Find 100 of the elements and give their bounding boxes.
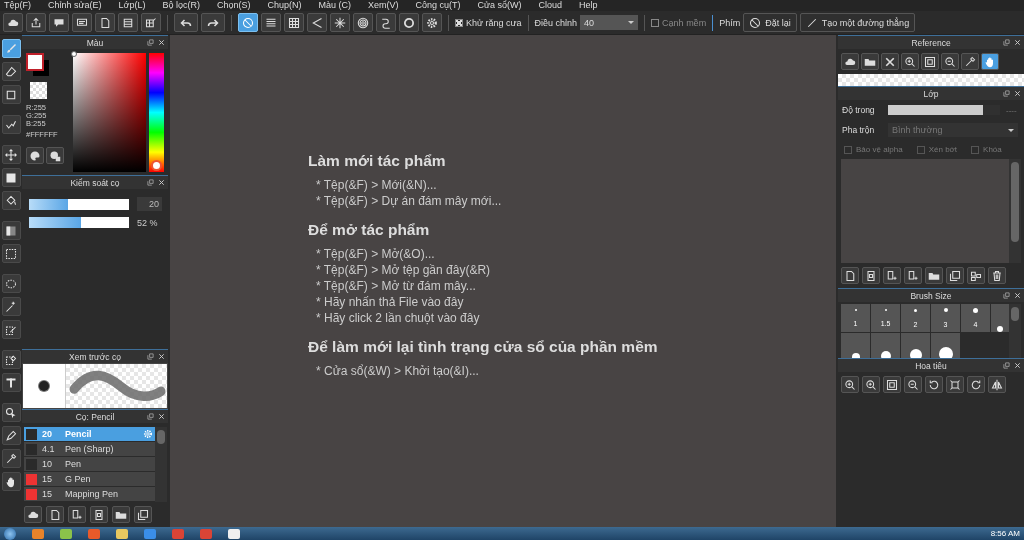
toolbar-text-button[interactable]: Tạo một đường thẳng xyxy=(799,13,916,32)
tool-button[interactable] xyxy=(1,274,21,293)
snap-button[interactable] xyxy=(261,13,281,32)
navigator-button[interactable] xyxy=(925,376,943,393)
reference-tool-button[interactable] xyxy=(921,53,939,70)
tool-button[interactable] xyxy=(1,320,21,339)
close-icon[interactable] xyxy=(1014,90,1021,97)
reference-tool-button[interactable] xyxy=(961,53,979,70)
panel-button[interactable] xyxy=(24,506,42,523)
layer-option-checkbox[interactable] xyxy=(916,145,925,154)
palette-button[interactable] xyxy=(26,147,44,164)
toolbar-button[interactable] xyxy=(141,13,161,32)
menu-item[interactable]: Tệp(F) xyxy=(4,0,31,11)
menu-item[interactable]: Bộ lọc(R) xyxy=(162,0,200,11)
toolbar-button[interactable] xyxy=(3,13,23,32)
toolbar-button[interactable] xyxy=(174,13,198,32)
panel-button[interactable] xyxy=(112,506,130,523)
tool-button[interactable] xyxy=(1,426,21,445)
brush-size-slider[interactable] xyxy=(29,198,129,210)
layer-button[interactable] xyxy=(904,267,922,284)
layer-button[interactable] xyxy=(967,267,985,284)
soft-edge-checkbox[interactable] xyxy=(651,18,660,27)
scrollbar[interactable] xyxy=(1009,304,1021,358)
snap-button[interactable] xyxy=(284,13,304,32)
popout-icon[interactable] xyxy=(147,179,154,186)
popout-icon[interactable] xyxy=(1003,292,1010,299)
navigator-button[interactable] xyxy=(904,376,922,393)
reference-tool-button[interactable] xyxy=(841,53,859,70)
brush-list-item[interactable]: 10 Pen xyxy=(24,457,155,472)
popout-icon[interactable] xyxy=(147,353,154,360)
toolbar-text-button[interactable]: Đặt lại xyxy=(743,13,797,32)
navigator-button[interactable] xyxy=(841,376,859,393)
layer-opacity-slider[interactable] xyxy=(888,105,1000,115)
brush-list-item[interactable]: 15 G Pen xyxy=(24,472,155,487)
menu-item[interactable]: Xem(V) xyxy=(368,0,399,11)
tool-button[interactable] xyxy=(1,449,21,468)
color-set-button[interactable] xyxy=(46,147,64,164)
panel-button[interactable] xyxy=(68,506,86,523)
antialias-checkbox[interactable] xyxy=(455,18,463,27)
snap-button[interactable] xyxy=(307,13,327,32)
tool-button[interactable] xyxy=(1,244,21,263)
popout-icon[interactable] xyxy=(1003,90,1010,97)
layer-button[interactable] xyxy=(862,267,880,284)
layer-option-checkbox[interactable] xyxy=(844,145,852,154)
layer-option-checkbox[interactable] xyxy=(971,145,980,154)
layer-button[interactable] xyxy=(883,267,901,284)
tool-button[interactable] xyxy=(1,39,21,58)
panel-button[interactable] xyxy=(90,506,108,523)
app-icon[interactable] xyxy=(116,528,128,539)
tool-button[interactable] xyxy=(1,403,21,422)
navigator-button[interactable] xyxy=(883,376,901,393)
snap-button[interactable] xyxy=(376,13,396,32)
tool-button[interactable] xyxy=(1,115,21,134)
start-button[interactable] xyxy=(4,527,16,540)
panel-button[interactable] xyxy=(46,506,64,523)
reference-tool-button[interactable] xyxy=(861,53,879,70)
hue-slider[interactable] xyxy=(149,53,164,172)
popout-icon[interactable] xyxy=(147,413,154,420)
reference-tool-button[interactable] xyxy=(981,53,999,70)
menu-item[interactable]: Cloud xyxy=(538,0,563,11)
color-swatches[interactable] xyxy=(26,53,49,76)
brush-size-cell[interactable] xyxy=(991,304,1009,332)
menu-item[interactable]: Màu (C) xyxy=(318,0,352,11)
close-icon[interactable] xyxy=(158,353,165,360)
toolbar-button[interactable] xyxy=(49,13,69,32)
popout-icon[interactable] xyxy=(1003,39,1010,46)
tool-button[interactable] xyxy=(1,297,21,316)
tool-button[interactable] xyxy=(1,145,21,164)
transparent-swatch[interactable] xyxy=(30,82,47,99)
snap-button[interactable] xyxy=(399,13,419,32)
tool-button[interactable] xyxy=(1,221,21,240)
close-icon[interactable] xyxy=(158,39,165,46)
reference-tool-button[interactable] xyxy=(901,53,919,70)
tool-button[interactable] xyxy=(1,168,21,187)
layer-button[interactable] xyxy=(841,267,859,284)
opacity-slider[interactable] xyxy=(29,217,129,228)
saturation-value-picker[interactable] xyxy=(73,53,146,172)
brush-size-cell[interactable] xyxy=(841,333,870,358)
menu-item[interactable]: Chụp(N) xyxy=(267,0,302,11)
picker-handle[interactable] xyxy=(71,51,77,57)
brush-size-field[interactable]: 20 xyxy=(137,197,162,211)
close-icon[interactable] xyxy=(1014,362,1021,369)
navigator-button[interactable] xyxy=(967,376,985,393)
toolbar-button[interactable] xyxy=(26,13,46,32)
menu-item[interactable]: Chọn(S) xyxy=(217,0,251,11)
hue-handle[interactable] xyxy=(151,160,162,171)
brush-size-cell[interactable] xyxy=(871,333,900,358)
reference-tool-button[interactable] xyxy=(881,53,899,70)
toolbar-button[interactable] xyxy=(72,13,92,32)
popout-icon[interactable] xyxy=(1003,362,1010,369)
brush-size-cell[interactable] xyxy=(901,333,930,358)
tool-button[interactable] xyxy=(1,62,21,81)
close-icon[interactable] xyxy=(1014,292,1021,299)
tool-button[interactable] xyxy=(1,350,21,369)
gear-icon[interactable] xyxy=(143,429,153,439)
snap-button[interactable] xyxy=(330,13,350,32)
reference-tool-button[interactable] xyxy=(941,53,959,70)
adjust-dropdown[interactable]: 40 xyxy=(580,15,639,30)
snap-button[interactable] xyxy=(422,13,442,32)
toolbar-button[interactable] xyxy=(201,13,225,32)
